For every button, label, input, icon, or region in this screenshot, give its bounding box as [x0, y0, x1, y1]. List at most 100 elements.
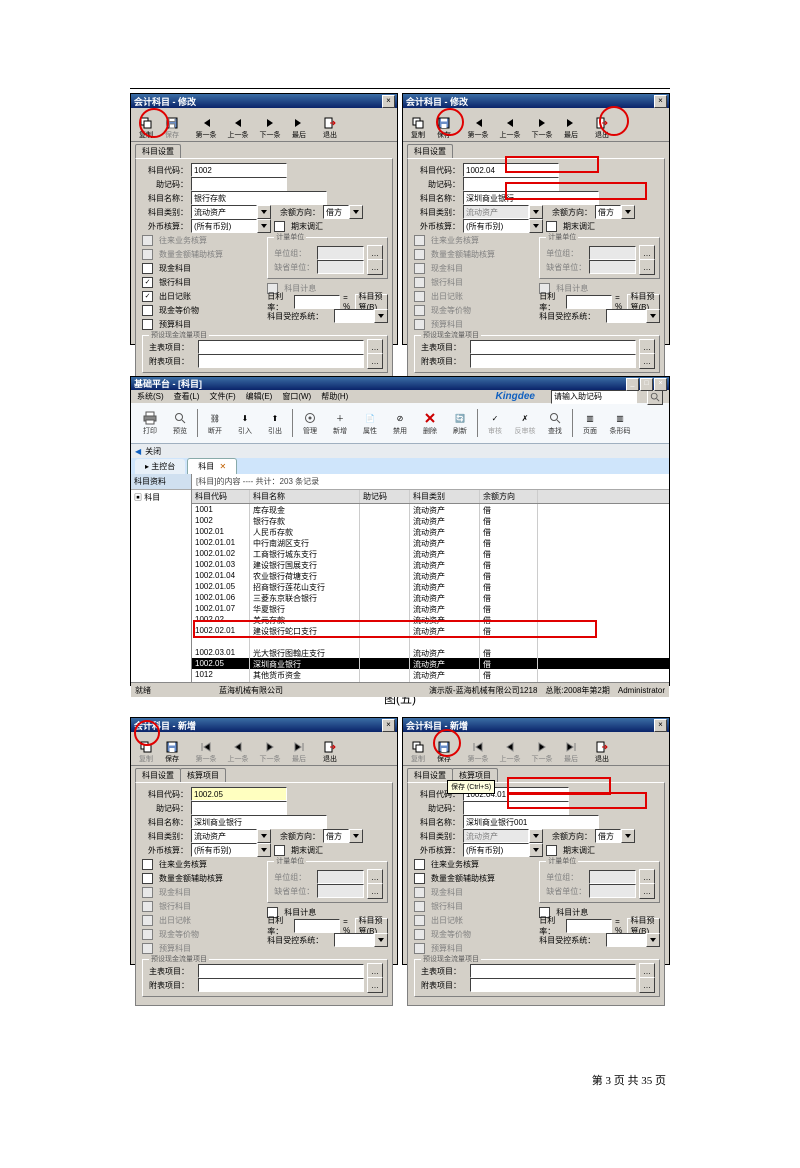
find-button[interactable]: 查找 [540, 405, 570, 441]
menu-view[interactable]: 查看(L) [174, 391, 200, 402]
chk-endadj[interactable] [274, 221, 285, 232]
combo-category[interactable]: 流动资产 [191, 205, 271, 219]
prev-button[interactable]: 上一条 [222, 112, 254, 140]
col-category[interactable]: 科目类别 [410, 490, 480, 503]
chk-journal[interactable]: ✓ [142, 291, 153, 302]
close-button[interactable]: × [654, 378, 667, 391]
table-row[interactable]: 1012其他货币资金流动资产借 [192, 669, 669, 680]
input-dayrate[interactable] [294, 295, 340, 309]
input-attflow[interactable] [198, 354, 364, 368]
combo-fc[interactable]: (所有币别) [191, 219, 271, 233]
menu-edit[interactable]: 编辑(E) [246, 391, 273, 402]
table-row[interactable]: 1002.03.01光大银行图翰庄支行流动资产借 [192, 647, 669, 658]
chk-budget[interactable] [142, 319, 153, 330]
close-icon[interactable]: ✕ [219, 462, 226, 471]
table-row[interactable]: 1001库存现金流动资产借 [192, 504, 669, 515]
tab-console[interactable]: ▸ 主控台 [135, 459, 185, 474]
refresh-button[interactable]: 🔄刷新 [445, 405, 475, 441]
col-mnemonic[interactable]: 助记码 [360, 490, 410, 503]
input-mainflow[interactable] [198, 340, 364, 354]
table-row[interactable]: 1002.01.06三菱东京联合银行流动资产借 [192, 592, 669, 603]
export-button[interactable]: ⬆引出 [260, 405, 290, 441]
exit-button[interactable]: 退出 [589, 112, 615, 140]
chk-bank[interactable]: ✓ [142, 277, 153, 288]
save-button[interactable]: 保存 [431, 736, 457, 764]
input-name[interactable]: 深圳商业银行 [463, 191, 599, 205]
input-name[interactable]: 银行存款 [191, 191, 327, 205]
table-row[interactable]: 1002.01人民币存款流动资产借 [192, 526, 669, 537]
table-row[interactable]: 1002.01.07华夏银行流动资产借 [192, 603, 669, 614]
chk-cashlike[interactable] [142, 305, 153, 316]
break-button[interactable]: ⛓断开 [200, 405, 230, 441]
max-button[interactable]: □ [640, 378, 653, 391]
first-button[interactable]: 第一条 [462, 112, 494, 140]
input-code[interactable]: 1002 [191, 163, 287, 177]
tab-settings[interactable]: 科目设置 [135, 144, 181, 158]
exit-button[interactable]: 退出 [589, 736, 615, 764]
col-name[interactable]: 科目名称 [250, 490, 360, 503]
table-row[interactable]: 1002银行存款流动资产借 [192, 515, 669, 526]
table-row[interactable]: 1002.01.02工商银行城东支行流动资产借 [192, 548, 669, 559]
input-name[interactable]: 深圳商业银行001 [463, 815, 599, 829]
combo-baldir[interactable]: 借方 [323, 205, 363, 219]
close-button[interactable]: × [382, 719, 395, 732]
status-period: 总账:2008年第2期 [545, 685, 609, 696]
exit-button[interactable]: 退出 [317, 736, 343, 764]
menu-file[interactable]: 文件(F) [209, 391, 235, 402]
exit-button[interactable]: 退出 [317, 112, 343, 140]
search-box[interactable]: 请输入助记码 [551, 390, 637, 404]
import-button[interactable]: ⬇引入 [230, 405, 260, 441]
preview-button[interactable]: 预览 [165, 405, 195, 441]
prop-button[interactable]: 📄属性 [355, 405, 385, 441]
chevron-down-icon[interactable] [257, 205, 271, 219]
table-row[interactable]: 1002.02.01建设银行蛇口支行流动资产借 [192, 625, 669, 636]
table-row[interactable]: 1002.01.04农业银行荷塘支行流动资产借 [192, 570, 669, 581]
table-row[interactable] [192, 636, 669, 647]
last-button[interactable]: 最后 [286, 112, 312, 140]
page-button[interactable]: ▥页面 [575, 405, 605, 441]
input-name[interactable]: 深圳商业银行 [191, 815, 327, 829]
input-mnemonic[interactable] [191, 177, 287, 191]
table-row[interactable]: 1002.05深圳商业银行流动资产借 [192, 658, 669, 669]
close-button[interactable]: × [654, 719, 667, 732]
table-row[interactable]: 1002.01.05招商银行莲花山支行流动资产借 [192, 581, 669, 592]
input-code[interactable]: 1002.04 [463, 163, 559, 177]
close-button[interactable]: × [654, 95, 667, 108]
copy-button[interactable]: 复制 [133, 112, 159, 140]
col-direction[interactable]: 余额方向 [480, 490, 538, 503]
barcode-button[interactable]: ▥条形码 [605, 405, 635, 441]
min-button[interactable]: _ [626, 378, 639, 391]
chk-cash[interactable] [142, 263, 153, 274]
next-button[interactable]: 下一条 [254, 112, 286, 140]
disable-button[interactable]: ⊘禁用 [385, 405, 415, 441]
tab-subject[interactable]: 科目 ✕ [187, 458, 237, 474]
next-button[interactable]: 下一条 [526, 112, 558, 140]
menu-help[interactable]: 帮助(H) [321, 391, 348, 402]
table-row[interactable]: 1002.01.03建设银行国展支行流动资产借 [192, 559, 669, 570]
chk-qtyamt[interactable] [142, 873, 153, 884]
copy-button[interactable]: 复制 [405, 112, 431, 140]
list-body[interactable]: 1001库存现金流动资产借1002银行存款流动资产借1002.01人民币存款流动… [192, 504, 669, 682]
tree-item[interactable]: ▣ 科目 [134, 492, 188, 503]
table-row[interactable]: 1012.01银行汇票流动资产借 [192, 680, 669, 682]
table-row[interactable]: 1002.02美元存款流动资产借 [192, 614, 669, 625]
col-code[interactable]: 科目代码 [192, 490, 250, 503]
table-row[interactable]: 1002.01.01中行南湖区支行流动资产借 [192, 537, 669, 548]
close-button[interactable]: × [382, 95, 395, 108]
combo-ctrlsys[interactable] [334, 309, 388, 323]
mgmt-button[interactable]: 管理 [295, 405, 325, 441]
save-button[interactable]: 保存 [431, 112, 457, 140]
prev-button[interactable]: 上一条 [494, 112, 526, 140]
input-code[interactable]: 1002.05 [191, 787, 287, 801]
menu-window[interactable]: 窗口(W) [282, 391, 311, 402]
save-button[interactable]: 保存 [159, 736, 185, 764]
budget-button[interactable]: 科目预算(B) [355, 294, 389, 310]
last-button[interactable]: 最后 [558, 112, 584, 140]
close-tab[interactable]: ◀ [135, 447, 141, 456]
print-button[interactable]: 打印 [135, 405, 165, 441]
first-button[interactable]: 第一条 [190, 112, 222, 140]
menu-system[interactable]: 系统(S) [137, 391, 164, 402]
add-button[interactable]: ＋新增 [325, 405, 355, 441]
chk-suppcust[interactable] [142, 859, 153, 870]
delete-button[interactable]: 删除 [415, 405, 445, 441]
